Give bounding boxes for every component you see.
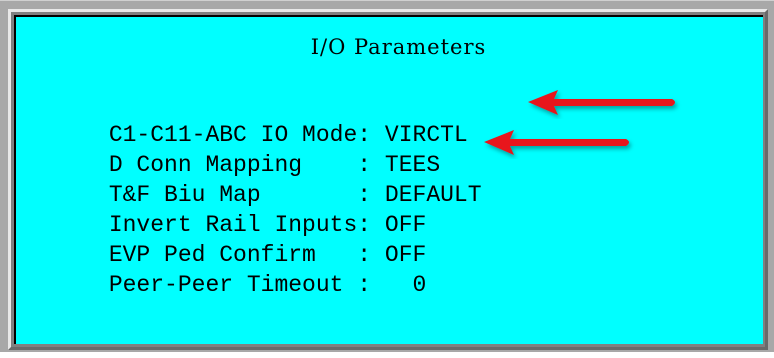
param-row-evp-ped-confirm[interactable]: EVP Ped Confirm : OFF [26, 210, 427, 268]
screen-title: I/O Parameters [310, 35, 487, 59]
param-row-invert-rail-inputs[interactable]: Invert Rail Inputs: OFF [26, 180, 427, 238]
param-row-io-mode[interactable]: C1-C11-ABC IO Mode: VIRCTL [26, 90, 468, 148]
red-arrow-icon [484, 130, 629, 155]
param-separator: : [357, 272, 372, 298]
param-row-peer-timeout[interactable]: Peer-Peer Timeout : 0 [26, 240, 427, 298]
terminal-screen: I/O Parameters C1-C11-ABC IO Mode: VIRCT… [14, 15, 763, 344]
window-frame: I/O Parameters C1-C11-ABC IO Mode: VIRCT… [0, 0, 774, 352]
param-row-tf-biu-map[interactable]: T&F Biu Map : DEFAULT [26, 150, 482, 208]
param-row-d-conn-mapping[interactable]: D Conn Mapping : TEES [26, 120, 440, 178]
red-arrow-icon [528, 90, 675, 115]
param-label: Peer-Peer Timeout [108, 272, 358, 298]
param-value: 0 [384, 272, 427, 298]
